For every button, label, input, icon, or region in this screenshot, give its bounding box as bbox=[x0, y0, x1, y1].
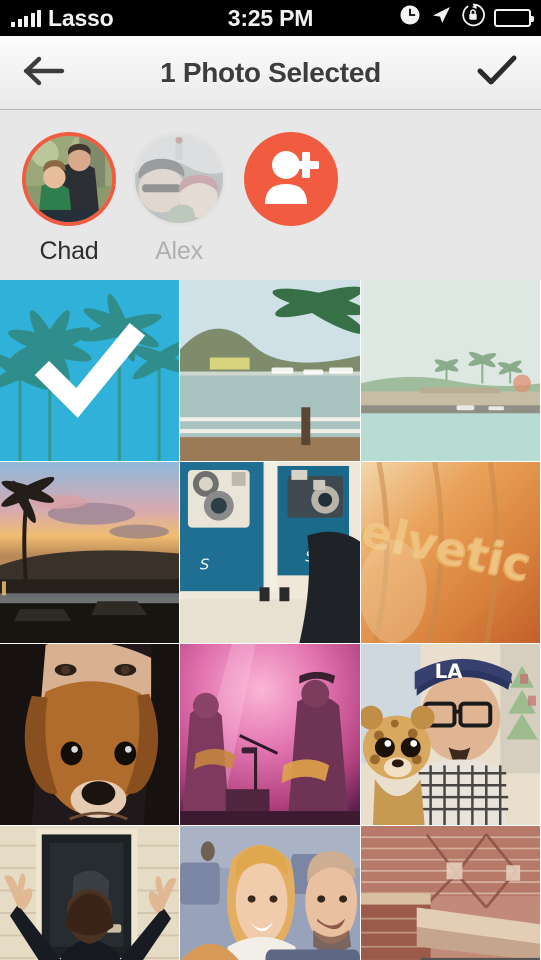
photo-thumbnail[interactable]: LA bbox=[361, 644, 541, 826]
photo-art-pumpkin: elvetic elvetic bbox=[361, 462, 540, 643]
svg-text:LA: LA bbox=[435, 660, 464, 683]
photo-thumbnail[interactable] bbox=[0, 826, 180, 960]
status-bar: Lasso 3:25 PM bbox=[0, 0, 541, 36]
add-person-icon bbox=[256, 142, 326, 217]
photo-art-dog-selfie bbox=[0, 644, 179, 825]
photo-grid: S S bbox=[0, 280, 541, 960]
photo-art-sunset bbox=[0, 462, 179, 643]
photo-thumbnail[interactable]: S S bbox=[180, 462, 361, 644]
photo-thumbnail[interactable] bbox=[180, 644, 361, 826]
photo-art-concert bbox=[180, 644, 360, 825]
avatar-photo-alex bbox=[135, 135, 223, 223]
photo-art-camera-posters: S S bbox=[180, 462, 360, 643]
photo-thumbnail[interactable]: H O M E bbox=[361, 826, 541, 960]
contact-chad[interactable]: Chad bbox=[14, 132, 124, 266]
photo-thumbnail[interactable] bbox=[180, 826, 361, 960]
battery-icon bbox=[494, 9, 534, 27]
photo-thumbnail[interactable]: elvetic elvetic bbox=[361, 462, 541, 644]
page-title: 1 Photo Selected bbox=[160, 56, 381, 88]
alarm-clock-icon bbox=[399, 4, 421, 32]
photo-thumbnail[interactable] bbox=[361, 280, 541, 462]
location-arrow-icon bbox=[430, 4, 452, 32]
avatar-photo-chad bbox=[26, 136, 112, 222]
navigation-bar: 1 Photo Selected bbox=[0, 36, 541, 110]
rotation-lock-icon bbox=[461, 3, 485, 33]
confirm-selection-button[interactable] bbox=[461, 36, 533, 110]
photo-art-arms-raised bbox=[0, 826, 179, 960]
phone-screen: Lasso 3:25 PM 1 Photo Selected Chad Alex… bbox=[0, 0, 541, 960]
contact-alex[interactable]: Alex bbox=[124, 132, 234, 266]
photo-art-shore bbox=[361, 280, 540, 461]
add-contact-button[interactable] bbox=[244, 132, 338, 226]
avatar bbox=[132, 132, 226, 226]
contact-name-label: Alex bbox=[155, 237, 203, 265]
photo-selected-checkmark-icon bbox=[0, 280, 179, 461]
contact-name-label: Chad bbox=[39, 237, 99, 265]
svg-text:S: S bbox=[200, 555, 209, 573]
status-bar-right bbox=[399, 0, 534, 36]
photo-art-plush-toy: LA bbox=[361, 644, 540, 825]
photo-thumbnail[interactable] bbox=[0, 462, 180, 644]
photo-art-vehicle-selfie bbox=[180, 826, 360, 960]
photo-art-lagoon bbox=[180, 280, 360, 461]
photo-art-brick-home-sign: H O M E bbox=[361, 826, 540, 960]
avatar bbox=[22, 132, 116, 226]
photo-thumbnail[interactable] bbox=[180, 280, 361, 462]
recipient-picker: Chad Alex bbox=[0, 110, 541, 280]
photo-thumbnail[interactable] bbox=[0, 280, 180, 462]
checkmark-icon bbox=[477, 54, 517, 93]
photo-thumbnail[interactable] bbox=[0, 644, 180, 826]
